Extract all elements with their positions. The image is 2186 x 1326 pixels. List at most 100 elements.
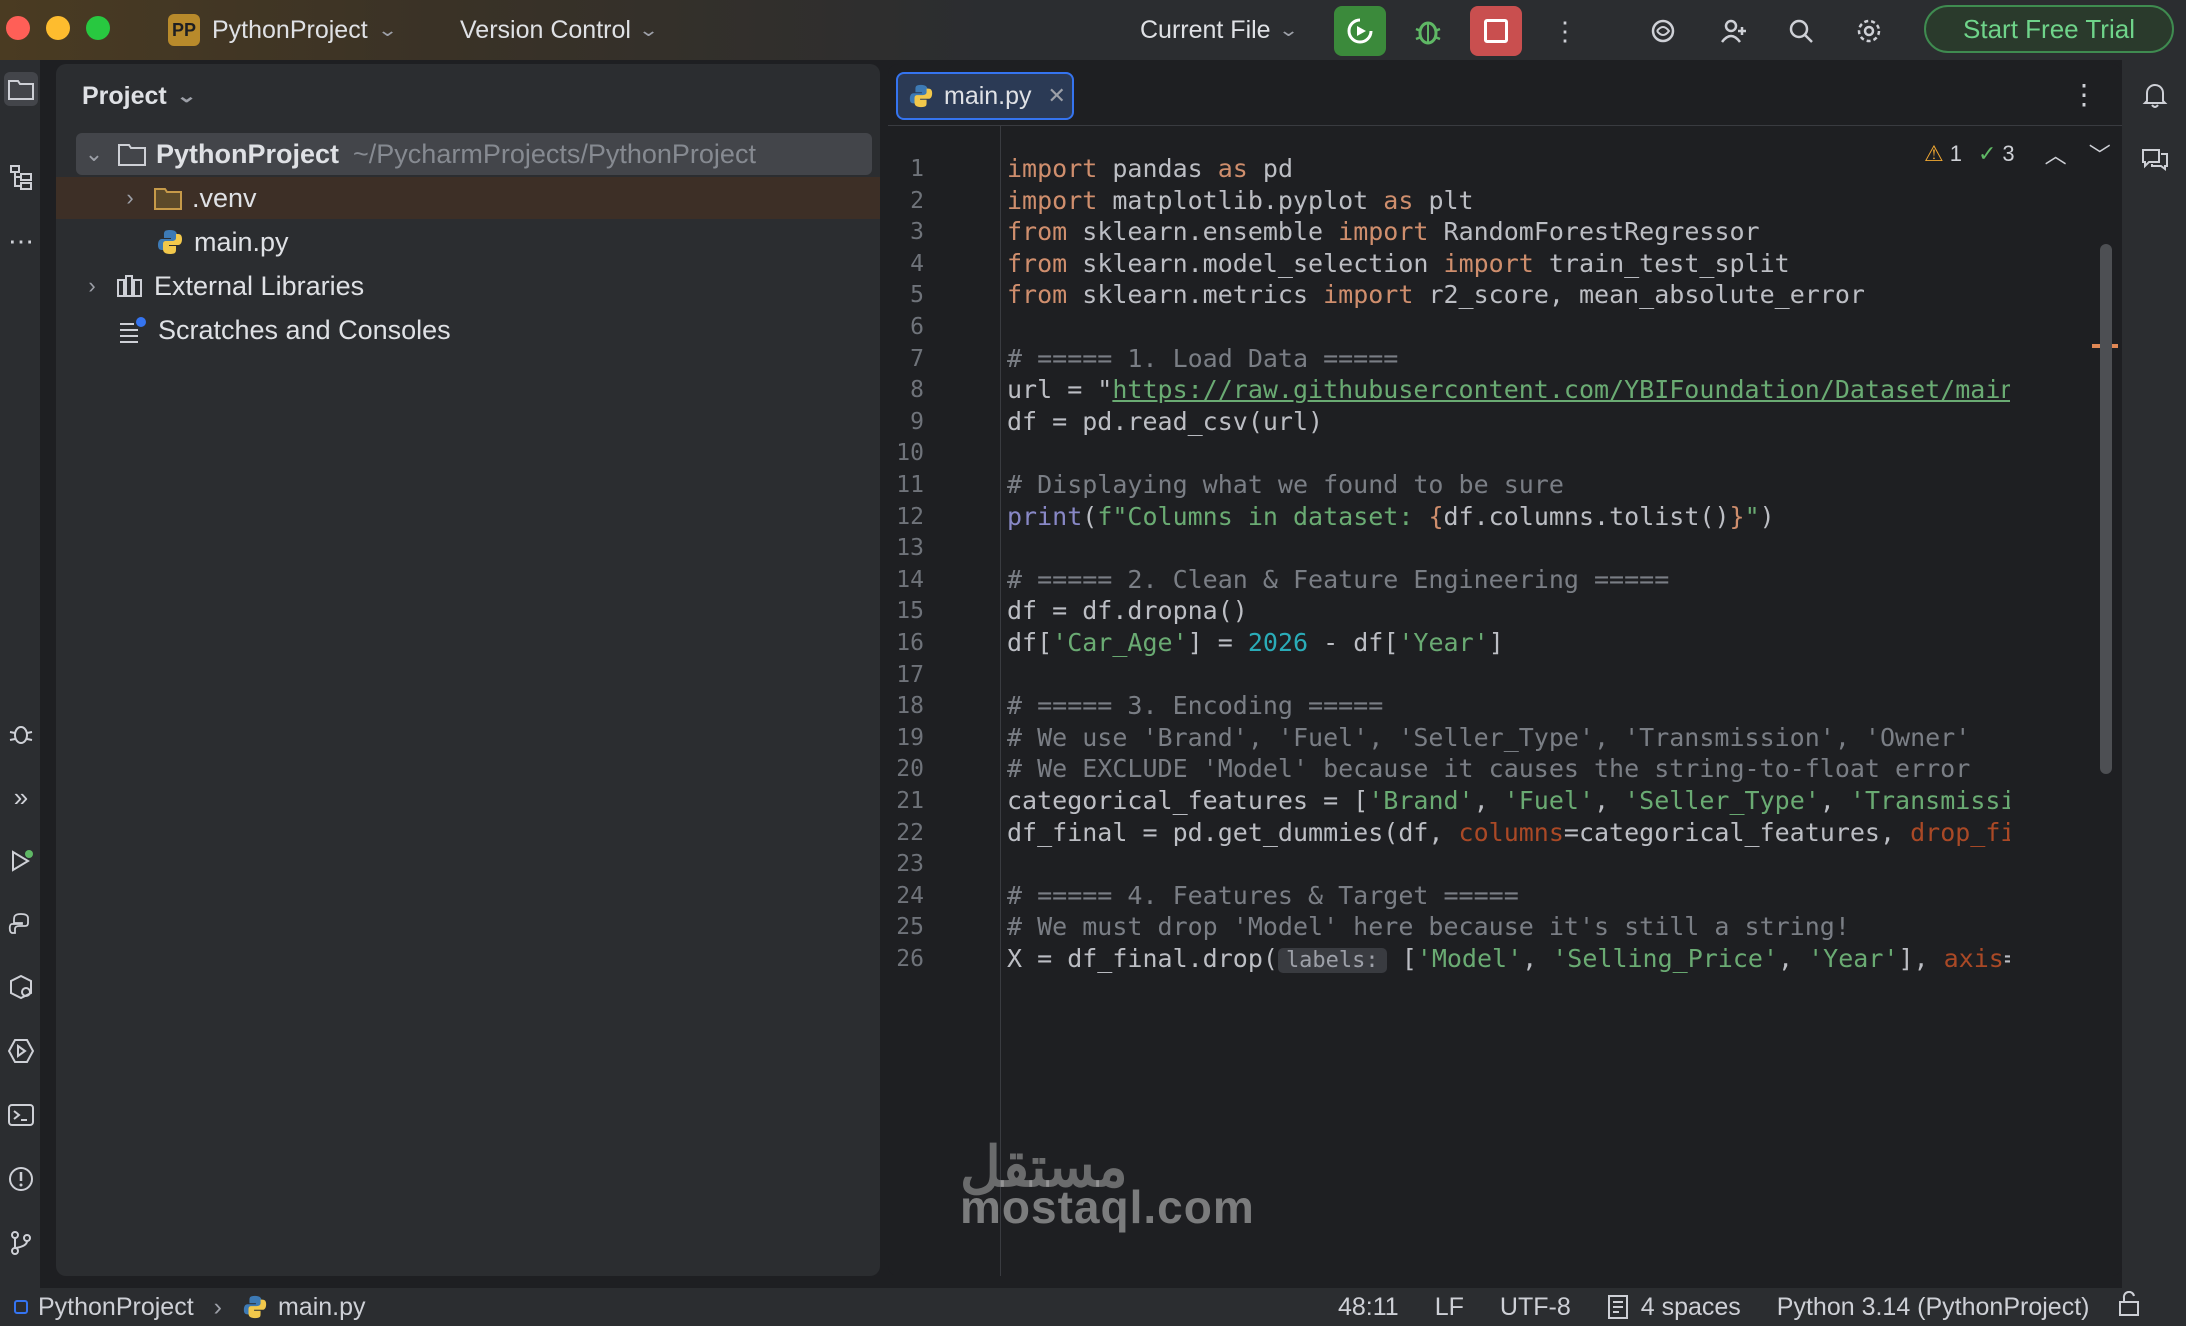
line-number[interactable]: 7 (888, 346, 924, 372)
chevron-right-icon[interactable]: › (82, 273, 102, 299)
code-area[interactable]: import pandas as pd import matplotlib.py… (1000, 126, 2010, 1276)
run-tool-icon[interactable] (4, 844, 38, 878)
code-line[interactable]: df = df.dropna() (1007, 596, 1248, 625)
ai-chat-icon[interactable] (2138, 142, 2172, 176)
line-number[interactable]: 4 (888, 251, 924, 277)
line-number[interactable]: 13 (888, 535, 924, 561)
tree-item-external-libraries[interactable]: › External Libraries (56, 265, 880, 307)
chevron-right-icon[interactable]: › (120, 185, 140, 211)
line-number[interactable]: 15 (888, 598, 924, 624)
start-free-trial-button[interactable]: Start Free Trial (1924, 5, 2174, 53)
chevron-down-icon[interactable]: ﹀ (2089, 138, 2111, 170)
code-line[interactable]: X = df_final.drop(labels: ['Model', 'Sel… (1007, 944, 2010, 973)
line-number[interactable]: 16 (888, 630, 924, 656)
code-url-link[interactable]: https://raw.githubusercontent.com/YBIFou… (1112, 375, 2010, 404)
line-number[interactable]: 5 (888, 282, 924, 308)
tab-options-icon[interactable]: ⋮ (2070, 78, 2098, 111)
stop-button[interactable] (1470, 6, 1522, 56)
code-line[interactable]: categorical_features = ['Brand', 'Fuel',… (1007, 786, 2010, 815)
code-line[interactable]: # We EXCLUDE 'Model' because it causes t… (1007, 754, 1970, 783)
search-icon[interactable] (1784, 14, 1818, 48)
line-number[interactable]: 24 (888, 883, 924, 909)
chevron-up-icon[interactable]: ︿ (2045, 138, 2067, 170)
rerun-button[interactable] (1334, 6, 1386, 56)
tree-item-scratches[interactable]: Scratches and Consoles (56, 309, 880, 351)
maximize-window-button[interactable] (86, 16, 110, 40)
close-icon[interactable]: ✕ (1048, 83, 1066, 109)
ai-assistant-icon[interactable] (1646, 14, 1680, 48)
line-number[interactable]: 17 (888, 662, 924, 688)
python-console-icon[interactable] (4, 908, 38, 942)
terminal-icon[interactable] (4, 1098, 38, 1132)
git-branch-icon[interactable] (4, 1226, 38, 1260)
tree-item-project-root[interactable]: ⌄ PythonProject ~/PycharmProjects/Python… (76, 133, 872, 175)
line-number[interactable]: 25 (888, 914, 924, 940)
tab-main-py[interactable]: main.py ✕ (896, 72, 1074, 120)
line-number[interactable]: 14 (888, 567, 924, 593)
minimize-window-button[interactable] (46, 16, 70, 40)
python-packages-icon[interactable] (4, 970, 38, 1004)
breadcrumb-file[interactable]: main.py (278, 1293, 366, 1322)
more-tools-icon[interactable]: ⋯ (4, 224, 38, 258)
code-line[interactable]: from sklearn.model_selection import trai… (1007, 249, 1790, 278)
code-line[interactable]: # ===== 2. Clean & Feature Engineering =… (1007, 565, 1669, 594)
line-number[interactable]: 1 (888, 156, 924, 182)
more-actions-icon[interactable]: ⋮ (1548, 14, 1582, 48)
code-line[interactable]: df['Car_Age'] = 2026 - df['Year'] (1007, 628, 1504, 657)
project-panel-header[interactable]: Project ⌄ (82, 82, 197, 111)
structure-icon[interactable] (4, 160, 38, 194)
code-line[interactable]: url = "https://raw.githubusercontent.com… (1007, 375, 2010, 404)
code-line[interactable]: import pandas as pd (1007, 154, 1293, 183)
services-play-icon[interactable] (4, 1034, 38, 1068)
code-line[interactable]: # ===== 3. Encoding ===== (1007, 691, 1383, 720)
code-line[interactable]: # ===== 4. Features & Target ===== (1007, 881, 1519, 910)
notifications-bell-icon[interactable] (2138, 78, 2172, 112)
breadcrumb-project[interactable]: PythonProject (38, 1293, 194, 1322)
project-switcher[interactable]: PP PythonProject ⌄ (168, 12, 398, 48)
code-line[interactable]: print(f"Columns in dataset: {df.columns.… (1007, 502, 1775, 531)
line-number[interactable]: 23 (888, 851, 924, 877)
tree-item-venv[interactable]: › .venv (56, 177, 880, 219)
line-number[interactable]: 9 (888, 409, 924, 435)
code-line[interactable]: import matplotlib.pyplot as plt (1007, 186, 1474, 215)
code-line[interactable]: # ===== 1. Load Data ===== (1007, 344, 1398, 373)
code-line[interactable]: df_final = pd.get_dummies(df, columns=ca… (1007, 818, 2010, 847)
debug-button[interactable] (1402, 6, 1454, 56)
close-window-button[interactable] (6, 16, 30, 40)
chevron-down-icon[interactable]: ⌄ (84, 141, 104, 167)
python-interpreter[interactable]: Python 3.14 (PythonProject) (1777, 1293, 2090, 1322)
line-number[interactable]: 2 (888, 188, 924, 214)
vertical-scrollbar[interactable] (2100, 244, 2112, 774)
line-separator[interactable]: LF (1435, 1293, 1464, 1322)
services-icon[interactable]: » (4, 780, 38, 814)
code-line[interactable]: from sklearn.ensemble import RandomFores… (1007, 217, 1760, 246)
run-configuration-selector[interactable]: Current File ⌄ (1140, 12, 1299, 48)
line-number[interactable]: 10 (888, 440, 924, 466)
add-user-icon[interactable] (1716, 14, 1750, 48)
line-number[interactable]: 12 (888, 504, 924, 530)
line-number[interactable]: 11 (888, 472, 924, 498)
file-encoding[interactable]: UTF-8 (1500, 1293, 1571, 1322)
code-line[interactable]: # We must drop 'Model' here because it's… (1007, 912, 1850, 941)
indent-setting[interactable]: 4 spaces (1607, 1293, 1741, 1322)
code-line[interactable]: df = pd.read_csv(url) (1007, 407, 1323, 436)
tree-item-main-py[interactable]: main.py (56, 221, 880, 263)
caret-position[interactable]: 48:11 (1338, 1293, 1399, 1322)
lock-icon[interactable] (2117, 1290, 2141, 1324)
line-number[interactable]: 18 (888, 693, 924, 719)
line-number[interactable]: 8 (888, 377, 924, 403)
version-control-menu[interactable]: Version Control ⌄ (460, 12, 659, 48)
code-line[interactable]: # Displaying what we found to be sure (1007, 470, 1564, 499)
project-folder-icon[interactable] (4, 72, 38, 106)
line-number[interactable]: 26 (888, 946, 924, 972)
line-number[interactable]: 20 (888, 756, 924, 782)
line-number[interactable]: 19 (888, 725, 924, 751)
line-number[interactable]: 21 (888, 788, 924, 814)
line-number[interactable]: 22 (888, 820, 924, 846)
code-line[interactable]: # We use 'Brand', 'Fuel', 'Seller_Type',… (1007, 723, 1970, 752)
code-line[interactable]: from sklearn.metrics import r2_score, me… (1007, 280, 1865, 309)
debug-tool-icon[interactable] (4, 716, 38, 750)
line-number[interactable]: 6 (888, 314, 924, 340)
line-number[interactable]: 3 (888, 219, 924, 245)
problems-icon[interactable] (4, 1162, 38, 1196)
